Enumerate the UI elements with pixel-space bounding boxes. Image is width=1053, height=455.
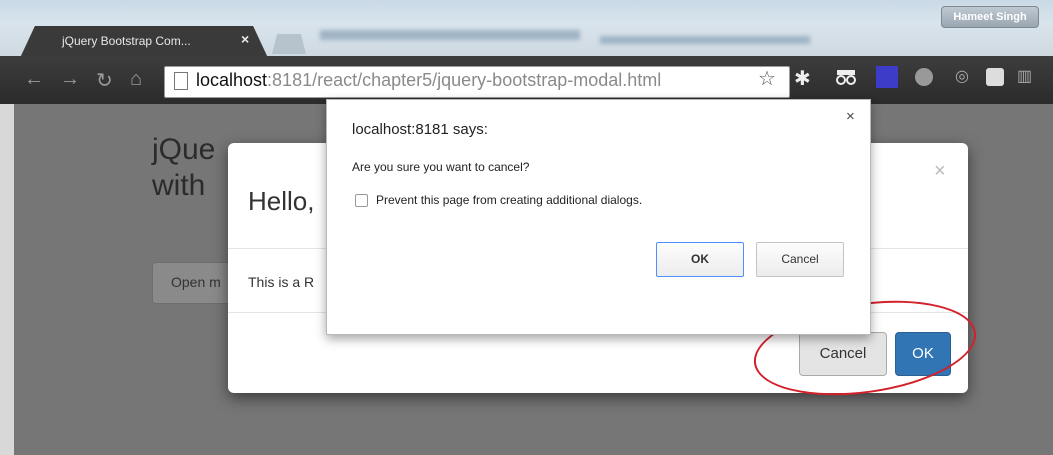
extension-icon[interactable] [986, 68, 1004, 86]
alert-title: localhost:8181 says: [352, 121, 488, 138]
page-heading: jQue with [152, 132, 215, 204]
modal-body-text: This is a R [248, 274, 315, 290]
settings-gear-icon[interactable]: ✱ [794, 66, 816, 90]
back-icon[interactable]: ← [24, 68, 44, 91]
modal-close-icon[interactable]: × [934, 160, 946, 183]
prevent-dialogs-checkbox[interactable] [355, 194, 368, 207]
modal-title: Hello, [248, 186, 315, 216]
titlebar-blur [320, 30, 580, 40]
alert-cancel-button[interactable]: Cancel [756, 242, 844, 277]
extension-icon[interactable] [876, 66, 898, 88]
extension-icon[interactable]: ◎ [955, 66, 977, 88]
alert-message: Are you sure you want to cancel? [352, 160, 530, 174]
url-host: localhost [196, 70, 268, 90]
alert-close-icon[interactable]: × [846, 108, 855, 125]
url-path: :8181/react/chapter5/jquery-bootstrap-mo… [267, 70, 662, 90]
page-heading-line: with [152, 169, 206, 202]
page-edge [0, 104, 14, 455]
page-heading-line: jQue [152, 133, 216, 166]
reload-icon[interactable]: ↻ [96, 68, 113, 93]
prevent-dialogs-label[interactable]: Prevent this page from creating addition… [376, 193, 642, 207]
incognito-icon[interactable] [834, 66, 856, 88]
alert-ok-button[interactable]: OK [656, 242, 744, 277]
extension-icon[interactable] [915, 68, 933, 86]
new-tab-button[interactable] [272, 34, 306, 54]
url-text[interactable]: localhost:8181/react/chapter5/jquery-boo… [196, 70, 661, 91]
titlebar-blur [600, 36, 810, 44]
bookmark-star-icon[interactable]: ☆ [758, 66, 776, 91]
tab-close-icon[interactable]: × [241, 31, 249, 47]
user-profile-badge[interactable]: Hameet Singh [941, 6, 1039, 28]
page-icon [174, 72, 188, 90]
extension-icon[interactable]: ▥ [1017, 66, 1039, 88]
open-modal-label: Open m [171, 274, 221, 290]
tab-title: jQuery Bootstrap Com... [62, 34, 191, 48]
home-icon[interactable]: ⌂ [130, 68, 142, 91]
forward-icon[interactable]: → [60, 68, 80, 91]
